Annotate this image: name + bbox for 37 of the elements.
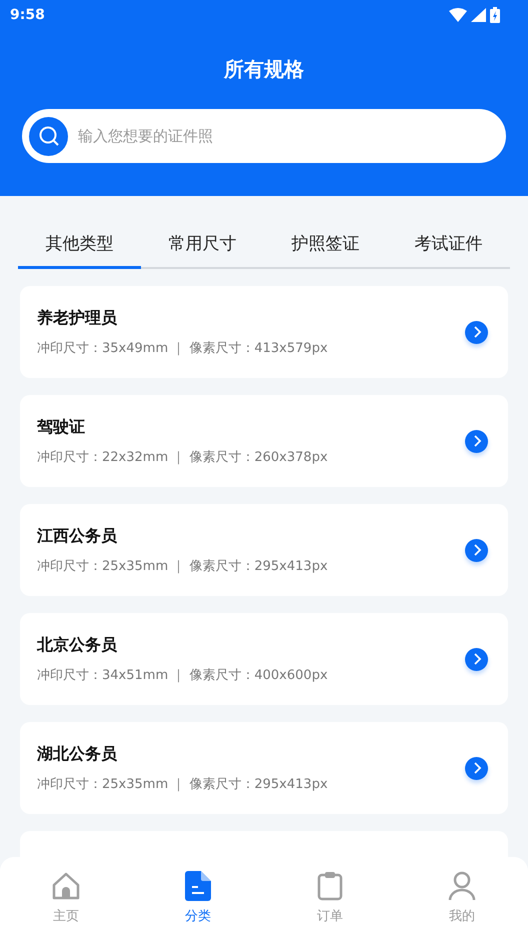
category-tab[interactable]: 考试证件 xyxy=(387,226,510,269)
chevron-right-icon[interactable] xyxy=(465,430,488,452)
category-tab[interactable]: 常用尺寸 xyxy=(141,226,264,269)
chevron-right-icon[interactable] xyxy=(465,648,488,670)
spec-card[interactable]: 湖北公务员 冲印尺寸：25x35mm ｜ 像素尺寸：295x413px xyxy=(20,722,508,814)
home-icon xyxy=(51,871,81,901)
spec-card[interactable]: 北京公务员 冲印尺寸：34x51mm ｜ 像素尺寸：400x600px xyxy=(20,613,508,705)
spec-name: 江西公务员 xyxy=(37,526,118,546)
nav-item[interactable]: 分类 xyxy=(132,857,264,939)
category-tab[interactable]: 其他类型 xyxy=(18,226,141,269)
category-tab[interactable]: 护照签证 xyxy=(264,226,387,269)
spec-detail: 冲印尺寸：34x51mm ｜ 像素尺寸：400x600px xyxy=(37,666,328,684)
spec-name: 养老护理员 xyxy=(37,308,118,328)
clipboard-icon xyxy=(317,871,343,901)
person-icon xyxy=(448,871,476,901)
status-time: 9:58 xyxy=(10,7,45,23)
chevron-right-icon[interactable] xyxy=(465,320,488,344)
spec-detail: 冲印尺寸：22x32mm ｜ 像素尺寸：260x378px xyxy=(37,448,328,466)
spec-detail: 冲印尺寸：25x35mm ｜ 像素尺寸：295x413px xyxy=(37,558,328,574)
page-title: 所有规格 xyxy=(222,56,305,83)
search-field[interactable]: 输入您想要的证件照 xyxy=(76,126,499,146)
spec-detail: 冲印尺寸：35x49mm ｜ 像素尺寸：413x579px xyxy=(37,340,328,356)
chevron-right-icon[interactable] xyxy=(465,756,488,780)
search-bar[interactable]: 输入您想要的证件照 xyxy=(22,109,506,163)
search-icon[interactable] xyxy=(29,116,68,156)
spec-card[interactable]: 养老护理员 冲印尺寸：35x49mm ｜ 像素尺寸：413x579px xyxy=(20,286,508,378)
battery-icon xyxy=(490,7,500,23)
document-icon xyxy=(185,871,211,901)
wifi-icon xyxy=(449,8,467,22)
spec-detail: 冲印尺寸：25x35mm ｜ 像素尺寸：295x413px xyxy=(37,776,328,792)
spec-card[interactable]: 驾驶证 冲印尺寸：22x32mm ｜ 像素尺寸：260x378px xyxy=(20,395,508,487)
spec-name: 北京公务员 xyxy=(37,634,118,656)
spec-name: 驾驶证 xyxy=(37,416,86,438)
spec-name: 湖北公务员 xyxy=(37,744,118,764)
spec-card[interactable]: 江西公务员 冲印尺寸：25x35mm ｜ 像素尺寸：295x413px xyxy=(20,504,508,596)
chevron-right-icon[interactable] xyxy=(465,538,488,562)
signal-icon xyxy=(471,8,486,22)
